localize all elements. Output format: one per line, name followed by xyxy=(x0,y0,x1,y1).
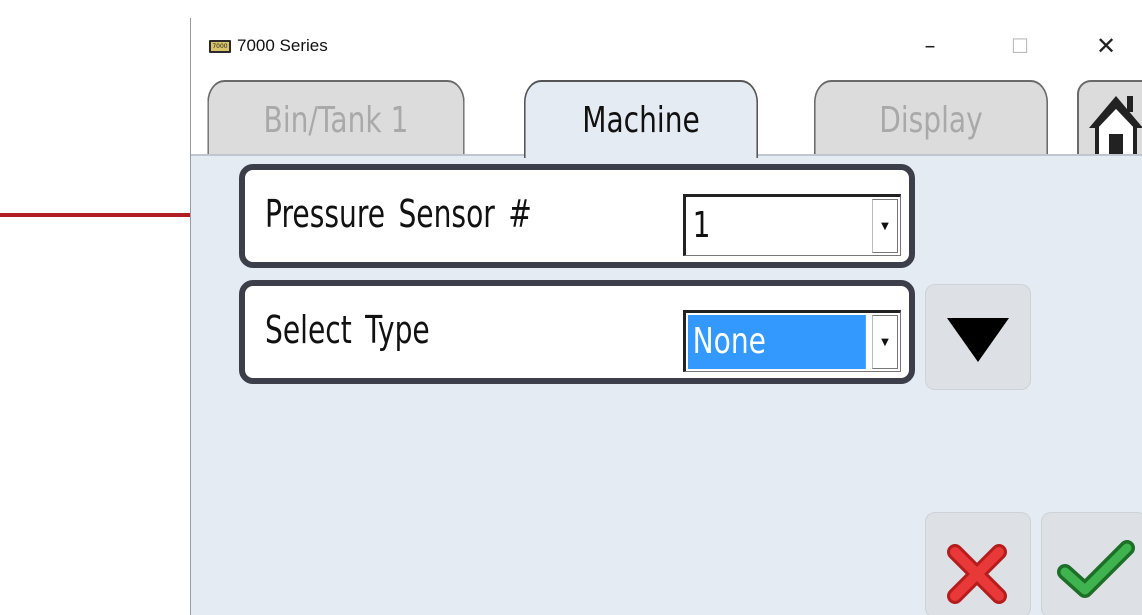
pressure-sensor-row: Pressure Sensor # 1 ▼ xyxy=(239,164,915,268)
tab-display[interactable]: Display xyxy=(814,80,1048,158)
red-x-icon xyxy=(947,544,1007,604)
app-logo-icon: 7000 xyxy=(209,40,231,53)
expand-button[interactable] xyxy=(925,284,1031,390)
home-button[interactable] xyxy=(1077,80,1142,158)
select-type-value: None xyxy=(688,315,866,369)
pressure-sensor-label: Pressure Sensor # xyxy=(265,192,532,236)
select-type-select[interactable]: None ▼ xyxy=(683,310,901,372)
close-button[interactable]: ✕ xyxy=(1083,28,1129,64)
confirm-button[interactable] xyxy=(1041,512,1142,615)
chevron-down-icon[interactable]: ▼ xyxy=(872,315,898,369)
select-type-row: Select Type None ▼ xyxy=(239,280,915,384)
triangle-down-icon xyxy=(947,318,1009,362)
tab-strip: Bin/Tank 1 Display Machine xyxy=(191,76,1142,158)
app-window: 7000 7000 Series – ☐ ✕ Bin/Tank 1 Displa… xyxy=(190,18,1142,615)
maximize-button[interactable]: ☐ xyxy=(997,28,1043,64)
cancel-button[interactable] xyxy=(925,512,1031,615)
tab-machine[interactable]: Machine xyxy=(524,80,758,158)
tab-bin-tank[interactable]: Bin/Tank 1 xyxy=(207,80,465,158)
green-check-icon xyxy=(1057,540,1135,598)
minimize-button[interactable]: – xyxy=(907,28,953,64)
window-title: 7000 Series xyxy=(237,36,328,55)
chevron-down-icon[interactable]: ▼ xyxy=(872,199,898,253)
select-type-label: Select Type xyxy=(265,308,430,352)
pressure-sensor-value: 1 xyxy=(692,205,711,246)
machine-panel: Pressure Sensor # 1 ▼ Select Type None ▼ xyxy=(191,154,1142,615)
pressure-sensor-select[interactable]: 1 ▼ xyxy=(683,194,901,256)
home-icon xyxy=(1089,96,1142,158)
title-bar: 7000 7000 Series – ☐ ✕ xyxy=(191,18,1142,76)
